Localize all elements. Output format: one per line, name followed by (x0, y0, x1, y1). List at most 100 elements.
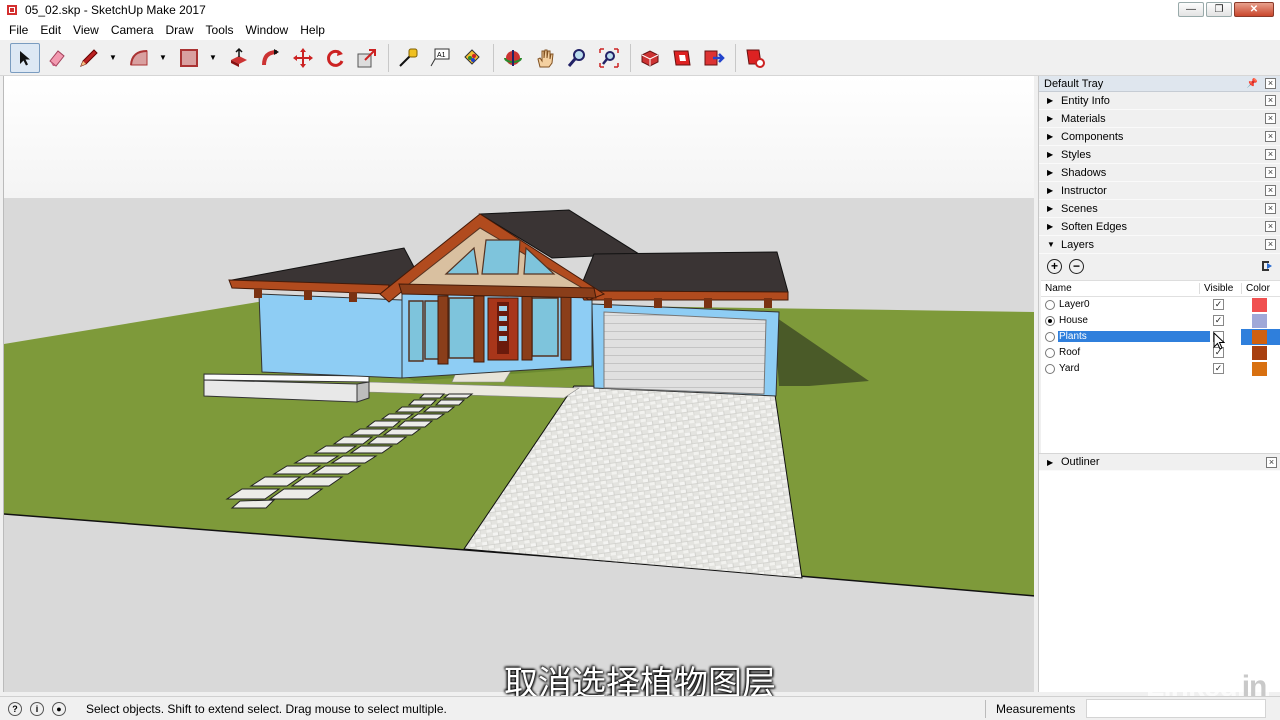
arc-tool-dropdown[interactable]: ▼ (156, 43, 170, 73)
layer-name[interactable]: Yard (1058, 363, 1080, 374)
mouse-cursor-icon (1213, 332, 1225, 350)
layer-row-layer0[interactable]: Layer0 ✓ (1041, 297, 1280, 313)
menu-help[interactable]: Help (294, 23, 331, 37)
panel-close-icon[interactable]: × (1265, 185, 1276, 196)
3d-warehouse-button[interactable] (635, 43, 665, 73)
active-layer-radio[interactable] (1045, 364, 1055, 374)
expand-arrow-icon: ▶ (1047, 114, 1054, 123)
minimize-button[interactable]: — (1178, 2, 1204, 17)
panel-layers[interactable]: ▼ Layers × (1039, 236, 1280, 254)
house-model-scene[interactable] (4, 76, 1034, 692)
layer-color-swatch[interactable] (1252, 330, 1267, 344)
menu-view[interactable]: View (67, 23, 105, 37)
active-layer-radio[interactable] (1045, 332, 1055, 342)
column-name[interactable]: Name (1045, 283, 1072, 294)
panel-scenes[interactable]: ▶ Scenes × (1039, 200, 1280, 218)
panel-soften-edges[interactable]: ▶ Soften Edges × (1039, 218, 1280, 236)
eraser-tool-button[interactable] (42, 43, 72, 73)
restore-button[interactable]: ❐ (1206, 2, 1232, 17)
panel-close-icon[interactable]: × (1265, 221, 1276, 232)
orbit-icon (504, 49, 522, 66)
extension-warehouse-button[interactable] (667, 43, 697, 73)
panel-entity-info[interactable]: ▶ Entity Info × (1039, 92, 1280, 110)
add-layer-icon[interactable]: + (1047, 258, 1062, 274)
layer-name[interactable]: Plants (1058, 331, 1210, 342)
active-layer-radio[interactable] (1045, 316, 1055, 326)
pin-icon[interactable]: 📌 (1247, 78, 1258, 89)
panel-close-icon[interactable]: × (1265, 167, 1276, 178)
layer-color-swatch[interactable] (1252, 346, 1267, 360)
move-tool-button[interactable] (288, 43, 318, 73)
layer-row-roof[interactable]: Roof ✓ (1041, 345, 1280, 361)
menu-window[interactable]: Window (240, 23, 295, 37)
line-tool-button[interactable] (74, 43, 104, 73)
zoom-tool-button[interactable] (562, 43, 592, 73)
layers-details-icon[interactable] (1260, 259, 1274, 273)
panel-components[interactable]: ▶ Components × (1039, 128, 1280, 146)
panel-materials[interactable]: ▶ Materials × (1039, 110, 1280, 128)
shape-tool-dropdown[interactable]: ▼ (206, 43, 220, 73)
panel-instructor[interactable]: ▶ Instructor × (1039, 182, 1280, 200)
close-button[interactable]: ✕ (1234, 2, 1274, 17)
follow-me-tool-button[interactable] (256, 43, 286, 73)
garage-door (603, 311, 767, 395)
extension-manager-button[interactable] (740, 43, 770, 73)
rotate-tool-button[interactable] (320, 43, 350, 73)
panel-close-icon[interactable]: × (1265, 113, 1276, 124)
panel-close-icon[interactable]: × (1265, 149, 1276, 160)
paint-bucket-tool-button[interactable] (457, 43, 487, 73)
pan-hand-icon (537, 49, 554, 67)
panel-close-icon[interactable]: × (1265, 239, 1276, 250)
menu-camera[interactable]: Camera (105, 23, 160, 37)
layer-name[interactable]: House (1058, 315, 1089, 326)
layer-name[interactable]: Roof (1058, 347, 1081, 358)
active-layer-radio[interactable] (1045, 300, 1055, 310)
column-color[interactable]: Color (1241, 283, 1270, 294)
select-tool-button[interactable] (10, 42, 40, 73)
layer-row-house[interactable]: House ✓ (1041, 313, 1280, 329)
panel-close-icon[interactable]: × (1266, 457, 1277, 468)
info-icon[interactable]: i (30, 701, 44, 716)
layers-list: Name Visible Color Layer0 ✓ House ✓ Plants Ro… (1041, 280, 1280, 458)
shape-tool-button[interactable] (174, 43, 204, 73)
measurements-label: Measurements (996, 702, 1076, 716)
line-tool-dropdown[interactable]: ▼ (106, 43, 120, 73)
panel-close-icon[interactable]: × (1265, 131, 1276, 142)
panel-close-icon[interactable]: × (1265, 95, 1276, 106)
layer-row-yard[interactable]: Yard ✓ (1041, 361, 1280, 377)
model-viewport[interactable] (3, 76, 1034, 692)
layer-name[interactable]: Layer0 (1058, 299, 1091, 310)
panel-shadows[interactable]: ▶ Shadows × (1039, 164, 1280, 182)
tape-measure-tool-button[interactable] (393, 43, 423, 73)
layout-button[interactable] (699, 43, 729, 73)
pan-tool-button[interactable] (530, 43, 560, 73)
tray-close-icon[interactable]: × (1265, 78, 1276, 89)
menu-file[interactable]: File (3, 23, 34, 37)
panel-styles[interactable]: ▶ Styles × (1039, 146, 1280, 164)
menu-draw[interactable]: Draw (160, 23, 200, 37)
front-door (487, 297, 519, 361)
text-tool-button[interactable]: A1 (425, 43, 455, 73)
orbit-tool-button[interactable] (498, 43, 528, 73)
active-layer-radio[interactable] (1045, 348, 1055, 358)
menu-tools[interactable]: Tools (200, 23, 240, 37)
layer-visible-checkbox[interactable]: ✓ (1213, 299, 1224, 310)
arc-tool-button[interactable] (124, 43, 154, 73)
layer-visible-checkbox[interactable]: ✓ (1213, 363, 1224, 374)
column-visible[interactable]: Visible (1199, 283, 1233, 294)
layer-color-swatch[interactable] (1252, 362, 1267, 376)
layer-visible-checkbox[interactable]: ✓ (1213, 315, 1224, 326)
layer-color-swatch[interactable] (1252, 298, 1267, 312)
push-pull-tool-button[interactable] (224, 43, 254, 73)
panel-close-icon[interactable]: × (1265, 203, 1276, 214)
geolocation-icon[interactable]: ? (8, 701, 22, 716)
delete-layer-icon[interactable]: − (1069, 258, 1084, 274)
user-account-icon[interactable]: ● (52, 701, 66, 716)
measurements-input[interactable] (1086, 699, 1266, 718)
scale-tool-button[interactable] (352, 43, 382, 73)
layer-color-swatch[interactable] (1252, 314, 1267, 328)
menu-edit[interactable]: Edit (34, 23, 67, 37)
panel-outliner[interactable]: ▶ Outliner × (1039, 453, 1280, 471)
layer-row-plants[interactable]: Plants (1041, 329, 1280, 345)
zoom-extents-tool-button[interactable] (594, 43, 624, 73)
